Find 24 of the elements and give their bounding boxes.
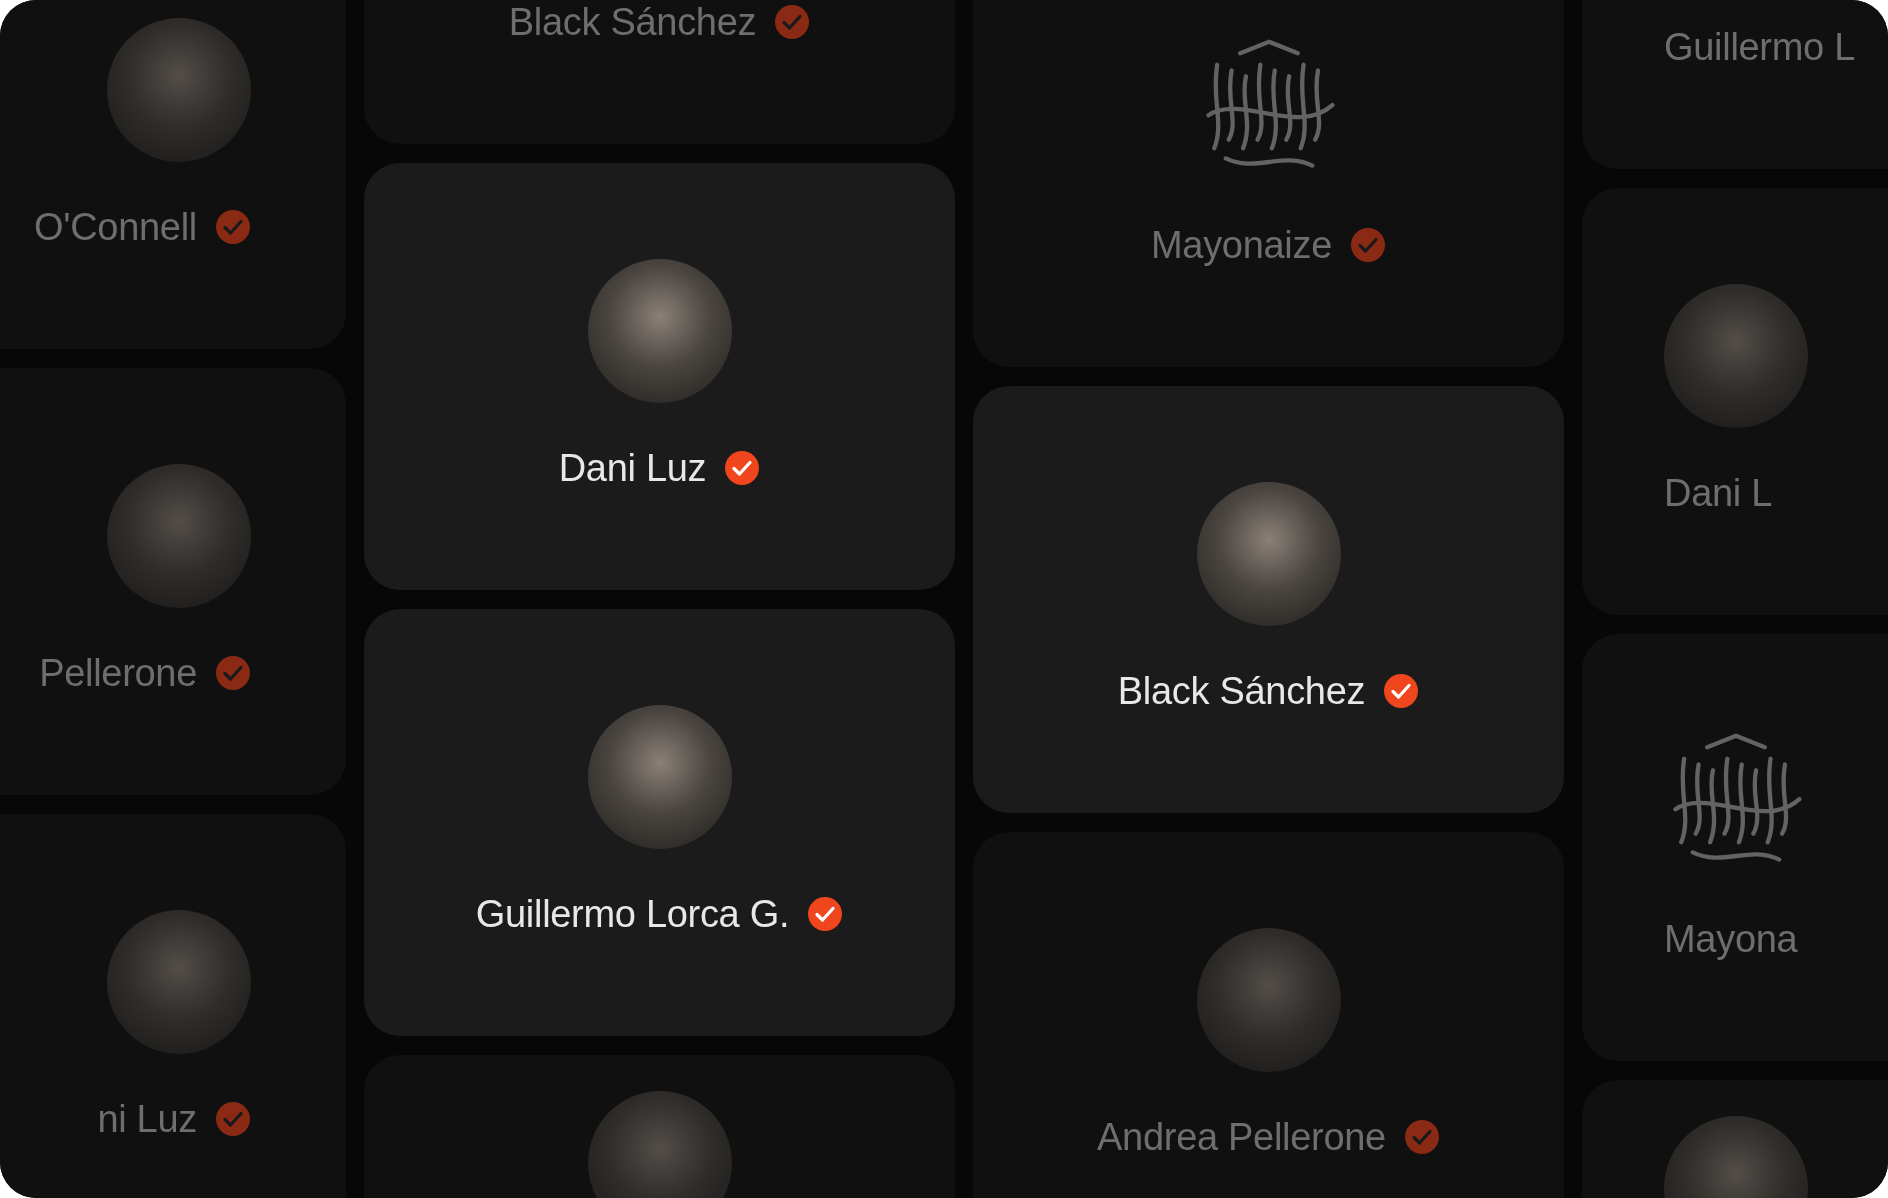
artist-name: Pellerone [39,651,197,695]
artist-name: Mayona [1664,917,1798,961]
profile-card[interactable]: Andrea Pellerone [973,832,1564,1198]
artist-name: Andrea Pellerone [1097,1115,1386,1159]
artist-name: Mayonaize [1150,223,1333,267]
profile-card[interactable]: O'Connell [0,0,346,349]
artist-name: Dani L [1664,471,1773,515]
profile-card[interactable]: Mayona [1582,634,1888,1061]
artist-name: ni Luz [97,1097,197,1141]
artist-name: Black Sánchez [508,0,757,44]
profile-card[interactable]: ni Luz [0,814,346,1198]
profile-card[interactable]: Black Sánchez [364,0,955,144]
profile-card[interactable]: Mayonaize [973,0,1564,367]
artist-name: Dani Luz [558,446,707,490]
profile-card[interactable]: Dani L [1582,188,1888,615]
artist-name: Black Sánchez [1117,669,1366,713]
profile-card[interactable]: Pellerone [0,368,346,795]
artist-name: Guillermo L [1664,25,1855,69]
profile-card[interactable]: Guillermo L [1582,0,1888,169]
profile-card[interactable]: Dani Luz [364,163,955,590]
profile-card[interactable]: Black Sánchez [973,386,1564,813]
artist-name: Guillermo Lorca G. [475,892,790,936]
artist-name: O'Connell [34,205,197,249]
profile-card[interactable]: Guillermo Lorca G. [364,609,955,1036]
